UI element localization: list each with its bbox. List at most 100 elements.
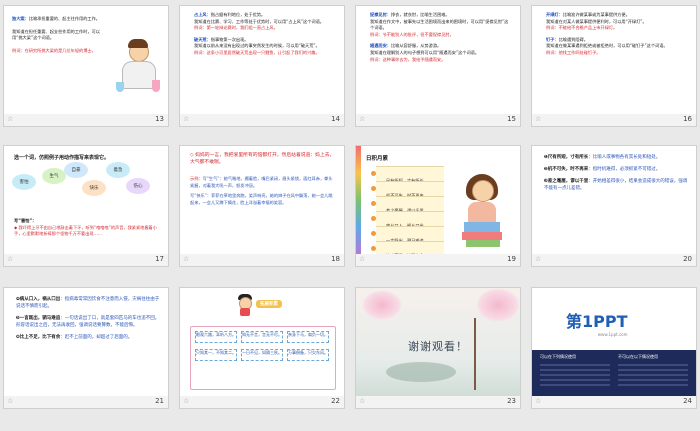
slide-thumbnail-16[interactable]: 开绿灯：比喻准许做某事或为某事提供方便。 我知道在对某人做某事提供便利时，可以用… <box>532 6 696 126</box>
example-text: ：节不能别人的批评，但不要捉襟见肘。 <box>378 31 454 37</box>
usage-panel: 可以在下列情况使用 不可以在以下情况使用 <box>532 350 696 396</box>
idiom-box: 亲身下马，肩负一切。 <box>287 331 329 343</box>
idiom-item: 病从口入，祸从口出。 <box>371 211 444 228</box>
idiom-frame: 眼观六路，耳听八方。 知无不言，言无不尽。 亲身下马，肩负一切。 只知其一，不知… <box>190 326 336 390</box>
sample-answer: ◆ 我吓得上牙不由自己地敲击着下牙，听到“咯咯咯”的声音，我紧紧地握着小手，心里… <box>14 224 157 237</box>
slide-footer: ☆ 22 <box>180 396 344 408</box>
idiom-head: ❹病从口入，祸从口出 <box>16 297 61 302</box>
idiom-head: ❶尺有所短，寸有所长 <box>544 155 589 160</box>
slide-footer: ☆ 19 <box>356 254 520 266</box>
emotion-cloud: 伤心 <box>126 178 150 194</box>
slide-number: 14 <box>331 115 340 123</box>
example-text: 写“快乐”：菲菲在草地里奔跑，笑声响亮，她的辫子在风中飘荡，她一会儿跳起来，一会… <box>190 193 333 205</box>
slide-text: 独大案：比喻承担重要的、起主往作用的工作。 我知道在担任重要、起支柱作用的工作时… <box>12 16 110 54</box>
term-def: ：挣衣，就衣肘，比喻生活困难。 <box>386 12 450 17</box>
slide-footer: ☆ 16 <box>532 114 696 126</box>
slide-thumbnail-17[interactable]: 选一个词，仿照例子用动作描写来表现它。 害怕 生气 自豪 快乐 着急 伤心 写“… <box>4 146 168 266</box>
slide-footer: ☆ 13 <box>4 114 168 126</box>
slide-footer: ☆ 20 <box>532 254 696 266</box>
forbidden-title: 不可以在以下情况使用 <box>618 354 658 359</box>
term-head: 捉襟见肘 <box>370 12 387 17</box>
slide-footer: ☆ 17 <box>4 254 168 266</box>
term-def: ：指占据有利地位，处于优势。 <box>206 12 266 17</box>
star-icon: ☆ <box>7 115 14 123</box>
slide-number: 18 <box>331 255 340 263</box>
star-icon: ☆ <box>183 255 190 263</box>
term-head: 占上风 <box>194 12 207 17</box>
usage-note: 我知道在作文中，被事先以生活困境而出来的困境时，可以用“捉襟见肘”这个词语。 <box>370 18 509 31</box>
idiom-meaning: ：比喻人或事物各有其长处和短处。 <box>588 155 661 160</box>
brand-logo: 第1PPT www.1ppt.com <box>566 308 628 337</box>
usage-note: 我知道在理解别人的句子想到可以用“随遇而安”这个词语。 <box>370 49 480 55</box>
prompt-head: 写“害怕” <box>14 218 33 223</box>
slide-text: 捉襟见肘：挣衣，就衣肘，比喻生活困难。 我知道在作文中，被事先以生活困境而出来的… <box>370 12 512 63</box>
slide-footer: ☆ 14 <box>180 114 344 126</box>
star-icon: ☆ <box>359 397 366 405</box>
slide-sorter-grid: 独大案：比喻承担重要的、起主往作用的工作。 我知道在担任重要、起支柱作用的工作时… <box>0 0 700 431</box>
term-def: ：指事物第一次出现。 <box>206 36 249 42</box>
idiom-head: ❺一言既出，驷马难追 <box>16 316 61 321</box>
slide-number: 24 <box>683 397 692 405</box>
slide-number: 15 <box>507 115 516 123</box>
slide-text: ❹病从口入，祸从口出：指病毒常常因饮食不注意而入侵，灾祸往往由于说话不慎而引起。… <box>16 296 160 341</box>
slide-thumbnail-21[interactable]: ❹病从口入，祸从口出：指病毒常常因饮食不注意而入侵，灾祸往往由于说话不慎而引起。… <box>4 288 168 408</box>
slide-title: 选一个词，仿照例子用动作描写来表现它。 <box>14 155 110 161</box>
example-text: ：写“生气”：她气喘地，绷着脸，嘴巴紧闭，眉头紧锁，面红耳赤，拳头紧握，对着我大… <box>190 176 333 188</box>
idiom-box: 眼观六路，耳听八方。 <box>195 331 237 343</box>
slide-footer: ☆ 15 <box>356 114 520 126</box>
example-text: ：第一轮辩论赛时，我们组一直占上风。 <box>202 25 278 31</box>
idiom-item: 尺有所短，寸有所长。 <box>371 166 444 183</box>
idiom-meaning: ：指时机难得，必须抓紧不可错过。 <box>588 167 661 172</box>
term-head: 随遇而安 <box>370 43 387 49</box>
slide-title: 拓展积累 <box>256 300 282 308</box>
star-icon: ☆ <box>359 115 366 123</box>
slide-thumbnail-24[interactable]: 第1PPT www.1ppt.com 可以在下列情况使用 不可以在以下情况使用 … <box>532 288 696 408</box>
term-head: 独大案 <box>12 16 25 21</box>
star-icon: ☆ <box>183 397 190 405</box>
usage-allowed: 可以在下列情况使用 <box>540 354 610 386</box>
emotion-cloud: 生气 <box>42 168 66 184</box>
slide-number: 23 <box>507 397 516 405</box>
emotion-cloud: 自豪 <box>64 162 88 178</box>
slide-title: 日积月累 <box>366 156 389 162</box>
slide-thumbnail-22[interactable]: 拓展积累 眼观六路，耳听八方。 知无不言，言无不尽。 亲身下马，肩负一切。 只知… <box>180 288 344 408</box>
star-icon: ☆ <box>535 397 542 405</box>
allowed-title: 可以在下列情况使用 <box>540 354 576 359</box>
slide-thumbnail-13[interactable]: 独大案：比喻承担重要的、起主往作用的工作。 我知道在担任重要、起支柱作用的工作时… <box>4 6 168 126</box>
rainbow-bar <box>356 146 361 254</box>
term-def: ：比喻从容舒服，从势游游。 <box>386 43 442 49</box>
slide-number: 21 <box>155 397 164 405</box>
idiom-item: 差之毫厘，谬以千里。 <box>371 196 444 213</box>
star-icon: ☆ <box>359 255 366 263</box>
slide-thumbnail-19[interactable]: 日积月累 尺有所短，寸有所长。 机不可失，时不再来。 差之毫厘，谬以千里。 病从… <box>356 146 520 266</box>
idiom-box: 万事俱备，只欠东风。 <box>287 349 329 361</box>
brand-url: www.1ppt.com <box>597 332 628 337</box>
brand-text: 第1PPT <box>566 312 628 331</box>
prompt-colon: ： <box>32 218 37 223</box>
slide-thumbnail-18[interactable]: ◇ 妈妈的一言，我把爱里所有的恼都打开，然后站着说道：妈上去，大气都不敢喘。 示… <box>180 146 344 266</box>
usage-note: 我知道在做某事遇到拒绝或被拒绝时，可以用“碰钉子”这个词语。 <box>546 43 668 49</box>
slide-thumbnail-20[interactable]: ❶尺有所短，寸有所长：比喻人或事物各有其长处和短处。 ❷机不可失，时不再来：指时… <box>532 146 696 266</box>
term-head: 开绿灯 <box>546 12 559 17</box>
slide-thumbnail-15[interactable]: 捉襟见肘：挣衣，就衣肘，比喻生活困难。 我知道在作文中，被事先以生活困境而出来的… <box>356 6 520 126</box>
emotion-cloud: 着急 <box>106 162 130 178</box>
example-text: ：在研究所挑大梁的是几位年轻的博士。 <box>20 47 96 53</box>
usage-note: 我知道以前从来没有出现过的事突然发生的时候，可以用“破天荒”。 <box>194 43 320 49</box>
usage-forbidden: 不可以在以下情况使用 <box>618 354 688 386</box>
slide-thumbnail-23[interactable]: 谢谢观看！ ☆ 23 <box>356 288 520 408</box>
slide-number: 16 <box>683 115 692 123</box>
star-icon: ☆ <box>535 115 542 123</box>
cartoon-boy-illustration <box>238 294 252 316</box>
slide-number: 13 <box>155 115 164 123</box>
slide-number: 19 <box>507 255 516 263</box>
idiom-item: 一言既出，驷马难追。 <box>371 226 444 243</box>
term-def: ：比喻遇到阻碍。 <box>554 36 588 42</box>
idiom-head: ❸差之毫厘，谬以千里 <box>544 179 589 184</box>
idiom-box: 只知其一，不知其二。 <box>195 349 237 361</box>
slide-text: 写“害怕”： ◆ 我吓得上牙不由自己地敲击着下牙，听到“咯咯咯”的声音，我紧紧地… <box>14 218 162 238</box>
term-def: ：比喻准许做某事或为某事提供方便。 <box>558 12 630 17</box>
slide-thumbnail-14[interactable]: 占上风：指占据有利地位，处于优势。 我知道在比赛、学习、工作等处于优势时，可以用… <box>180 6 344 126</box>
slide-footer: ☆ 23 <box>356 396 520 408</box>
example-text: ：这种事你去为，我给予随遇而安。 <box>378 56 446 62</box>
idiom-meaning: ：赶不上前面的，却超过了后面的。 <box>60 335 133 340</box>
